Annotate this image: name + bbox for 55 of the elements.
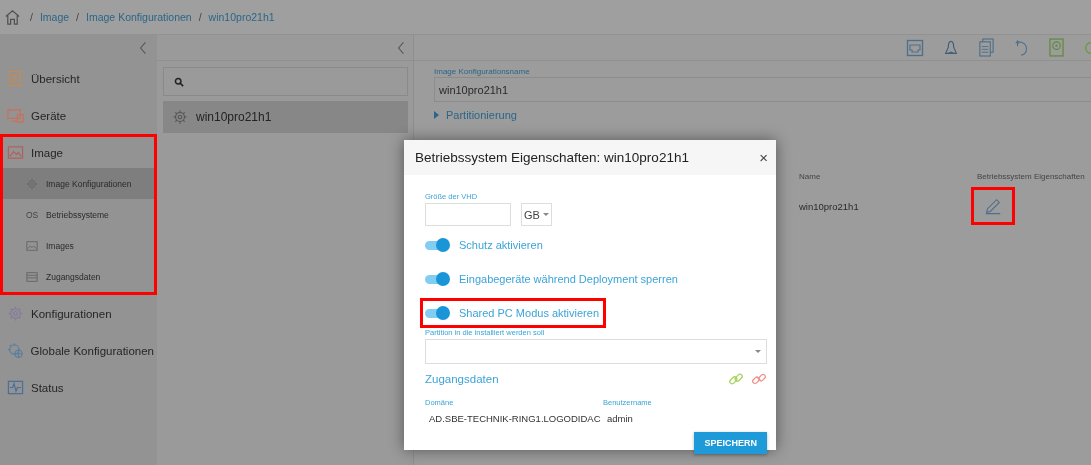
partition-dropdown[interactable] — [425, 339, 767, 364]
save-button[interactable]: SPEICHERN — [694, 432, 767, 454]
sidebar-subitem[interactable]: OS Betriebssysteme — [3, 199, 154, 230]
dialog-title: Betriebssystem Eigenschaften: win10pro21h1 — [415, 150, 689, 165]
sidebar-item[interactable]: Status — [3, 372, 154, 403]
column-header: Name — [799, 171, 822, 181]
sidebar-subitem[interactable]: Image Konfigurationen — [3, 168, 154, 199]
pulse-icon — [7, 379, 24, 396]
undo-icon[interactable] — [1014, 37, 1030, 58]
collapse-icon[interactable] — [397, 40, 405, 55]
close-button[interactable]: × — [757, 149, 770, 166]
sidebar-item[interactable]: Image — [3, 137, 154, 168]
toggle-label: Shared PC Modus aktivieren — [459, 307, 599, 319]
picture-icon — [7, 144, 24, 161]
breadcrumb-separator: / — [30, 11, 33, 23]
sidebar-item[interactable]: Globale Konfigurationen — [3, 335, 154, 366]
picture-icon — [26, 239, 38, 252]
monitor-icon — [7, 107, 24, 124]
globe-gear-icon — [7, 342, 24, 359]
column-header: Betriebssystem Eigenschaften — [977, 171, 1085, 181]
section-title: Zugangsdaten — [425, 373, 500, 385]
toggle-label: Schutz aktivieren — [459, 239, 543, 251]
toggle-label: Eingabegeräte während Deployment sperren — [459, 273, 678, 285]
gear-icon — [7, 305, 24, 322]
home-icon[interactable] — [4, 8, 21, 26]
username-value: admin — [606, 412, 633, 425]
search-icon — [174, 76, 184, 87]
toggle-switch[interactable] — [425, 308, 448, 318]
size-field[interactable] — [425, 203, 511, 226]
toggle-switch[interactable] — [425, 240, 448, 250]
list-item[interactable]: win10pro21h1 — [163, 101, 408, 133]
unit-dropdown[interactable]: GB — [521, 203, 552, 226]
list-icon — [26, 270, 38, 283]
name-field[interactable]: win10pro21h1 — [434, 77, 1091, 102]
sidebar-item[interactable]: Geräte — [3, 100, 154, 131]
os-label: OS — [26, 209, 38, 220]
sidebar-subitem[interactable]: Zugangsdaten — [3, 261, 154, 292]
unlink-icon[interactable] — [751, 371, 767, 387]
field-label: Image Konfigurationsname — [434, 67, 531, 76]
sidebar-subitem[interactable]: Images — [3, 230, 154, 261]
collapse-icon[interactable] — [139, 40, 147, 55]
toggle-switch[interactable] — [425, 274, 448, 284]
link-icon[interactable] — [728, 371, 744, 387]
documents-icon[interactable] — [978, 38, 995, 57]
breadcrumb-separator: / — [198, 11, 202, 23]
table-cell-text: win10pro21h1 — [799, 200, 860, 212]
sidebar-item[interactable]: Konfigurationen — [3, 298, 154, 329]
search-field[interactable] — [163, 67, 408, 96]
domain-value: AD.SBE-TECHNIK-RING1.LOGODIDAC — [428, 412, 601, 425]
network-port-icon[interactable] — [906, 38, 924, 57]
sidebar-item[interactable]: Übersicht — [3, 63, 154, 94]
pencil-icon[interactable] — [984, 197, 1002, 215]
breadcrumb-separator: / — [76, 11, 80, 23]
document-icon — [7, 70, 24, 87]
gear-icon — [172, 109, 188, 125]
